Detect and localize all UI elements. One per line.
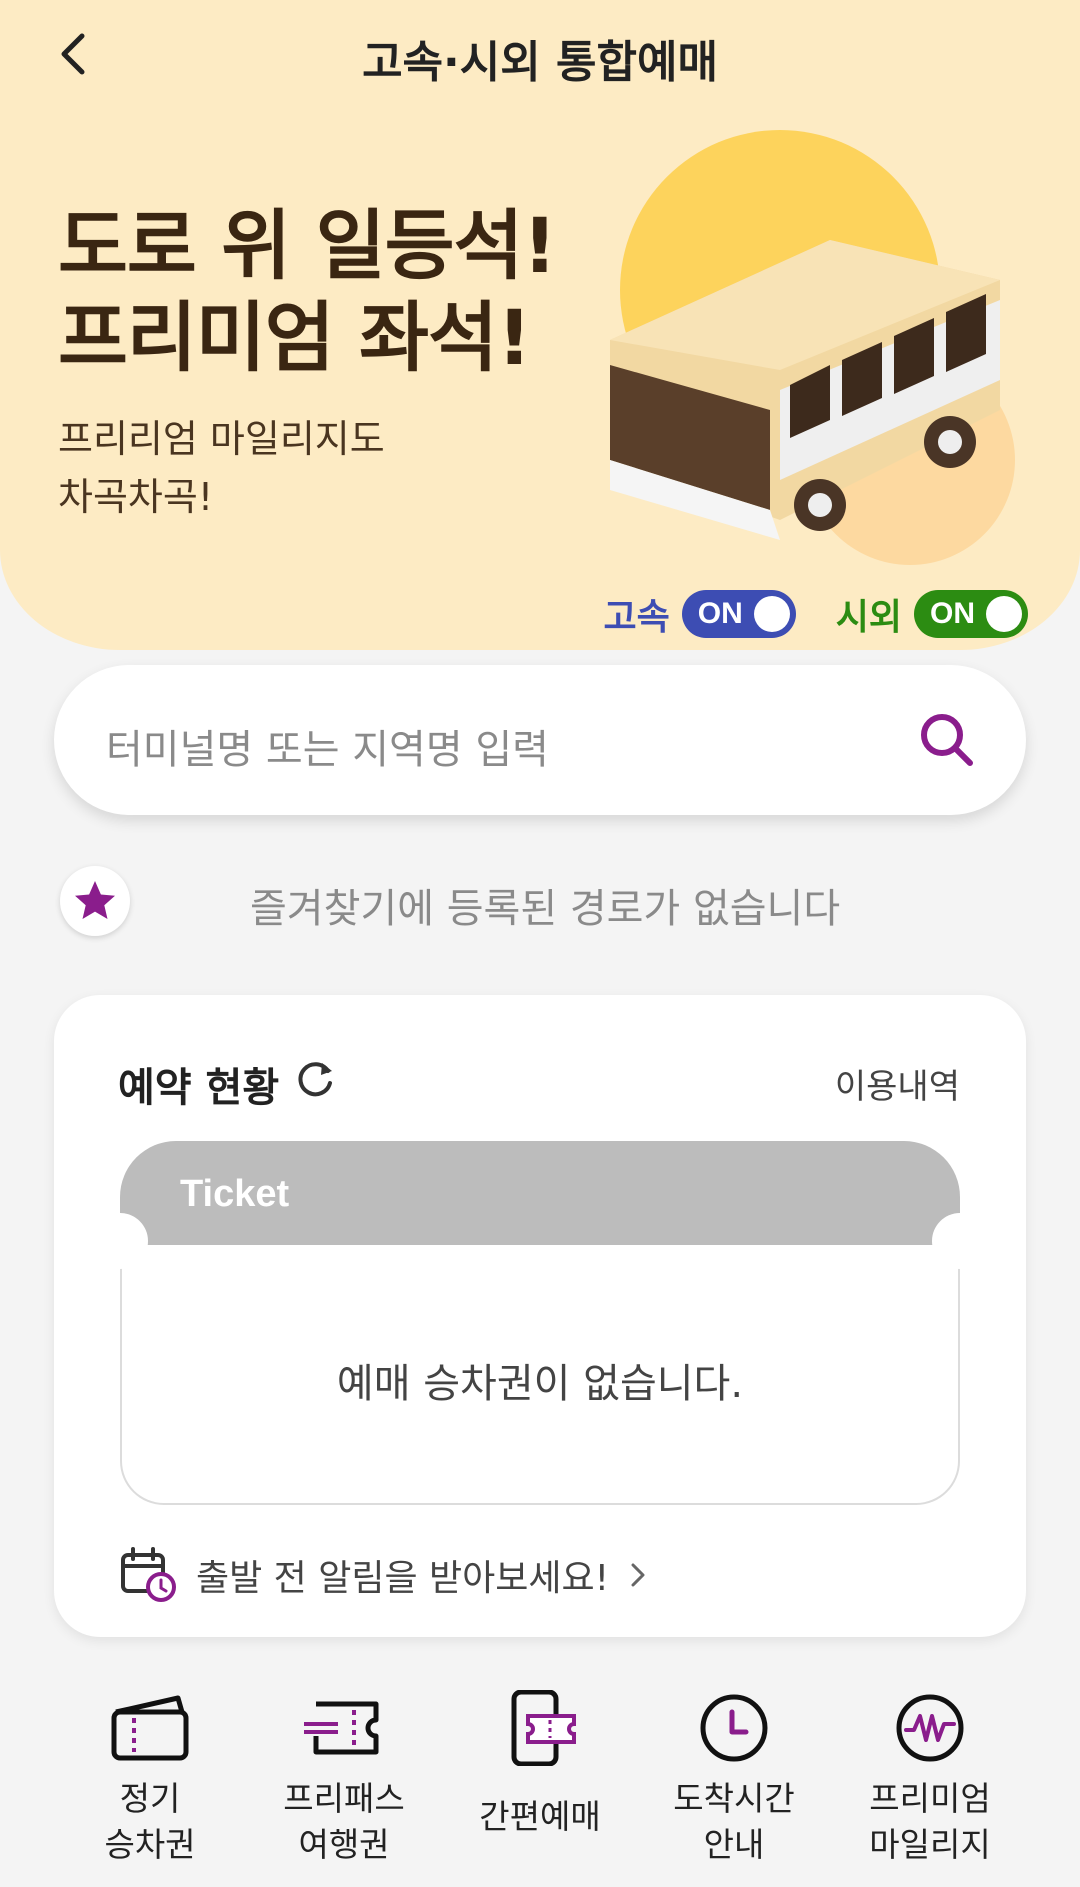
banner-headline: 도로 위 일등석! 프리미엄 좌석! — [58, 200, 557, 384]
mobile-ticket-icon — [511, 1690, 576, 1766]
menu-arrival-time[interactable]: 도착시간 안내 — [636, 1690, 832, 1868]
banner-subtext: 프리리엄 마일리지도 차곡차곡! — [58, 410, 385, 526]
ticket-notch-right — [932, 1213, 988, 1269]
refresh-icon[interactable] — [294, 1057, 338, 1101]
calendar-clock-icon — [121, 1547, 176, 1602]
season-ticket-icon — [111, 1695, 189, 1761]
page-title: 고속·시외 통합예매 — [362, 37, 718, 88]
menu-premium-mileage-label: 프리미엄 마일리지 — [869, 1779, 991, 1864]
menu-quick-booking-label: 간편예매 — [479, 1797, 601, 1836]
intercity-toggle[interactable]: ON — [914, 590, 1028, 638]
favorites-row: 즐겨찾기에 등록된 경로가 없습니다 — [60, 866, 1060, 936]
search-placeholder: 터미널명 또는 지역명 입력 — [106, 727, 549, 773]
express-toggle-state: ON — [697, 597, 743, 630]
menu-premium-mileage[interactable]: 프리미엄 마일리지 — [832, 1690, 1028, 1868]
promo-banner: 고속·시외 통합예매 도로 위 일등석! 프리미엄 좌석! 프리리엄 마일리지도… — [0, 0, 1080, 650]
headline-line-2: 프리미엄 좌석! — [58, 293, 532, 382]
menu-season-ticket-label: 정기 승차권 — [104, 1779, 196, 1864]
no-ticket-message: 예매 승차권이 없습니다. — [336, 1361, 744, 1407]
top-bar: 고속·시외 통합예매 — [0, 0, 1080, 110]
bus-type-toggles: 고속 ON 시외 ON — [604, 588, 1028, 640]
express-toggle-group: 고속 ON — [604, 588, 796, 640]
departure-alarm-link[interactable]: 출발 전 알림을 받아보세요! — [120, 1545, 653, 1605]
express-toggle[interactable]: ON — [681, 590, 796, 638]
intercity-toggle-state: ON — [930, 597, 975, 630]
reservation-card: 예약 현황 이용내역 Ticket 예매 승차권이 없습니다. 출발 전 알림을… — [54, 995, 1026, 1637]
ticket-notch-left — [92, 1213, 148, 1269]
favorites-empty-message: 즐겨찾기에 등록된 경로가 없습니다 — [250, 886, 841, 932]
freepass-ticket-icon — [304, 1701, 379, 1755]
express-toggle-label: 고속 — [603, 597, 670, 638]
usage-history-link[interactable]: 이용내역 — [835, 1059, 960, 1108]
alarm-text: 출발 전 알림을 받아보세요! — [196, 1558, 610, 1599]
quick-menu: 정기 승차권 프리패스 여행권 간편예매 도착시간 안내 프리미엄 마일리지 — [0, 1690, 1080, 1887]
headline-line-1: 도로 위 일등석! — [58, 201, 557, 290]
menu-freepass-label: 프리패스 여행권 — [283, 1779, 405, 1864]
search-input[interactable]: 터미널명 또는 지역명 입력 — [54, 665, 1026, 815]
star-icon — [75, 881, 115, 919]
chevron-right-icon — [631, 1563, 645, 1587]
ticket-label: Ticket — [180, 1173, 290, 1215]
subtext-line-2: 차곡차곡! — [58, 475, 214, 519]
clock-icon — [700, 1694, 768, 1762]
ticket-placeholder: Ticket 예매 승차권이 없습니다. — [92, 1141, 988, 1505]
bus-illustration — [610, 130, 1015, 565]
subtext-line-1: 프리리엄 마일리지도 — [58, 417, 385, 461]
reservation-title: 예약 현황 — [118, 1065, 280, 1111]
toggle-knob — [986, 596, 1022, 632]
menu-arrival-time-label: 도착시간 안내 — [673, 1779, 795, 1864]
menu-freepass[interactable]: 프리패스 여행권 — [246, 1690, 442, 1868]
search-icon[interactable] — [916, 709, 976, 769]
toggle-knob — [753, 596, 790, 632]
favorites-button[interactable] — [60, 866, 130, 936]
intercity-toggle-label: 시외 — [835, 597, 902, 638]
intercity-toggle-group: 시외 ON — [836, 588, 1028, 640]
mileage-icon — [896, 1694, 964, 1762]
menu-season-ticket[interactable]: 정기 승차권 — [52, 1690, 248, 1868]
menu-quick-booking[interactable]: 간편예매 — [442, 1690, 638, 1840]
